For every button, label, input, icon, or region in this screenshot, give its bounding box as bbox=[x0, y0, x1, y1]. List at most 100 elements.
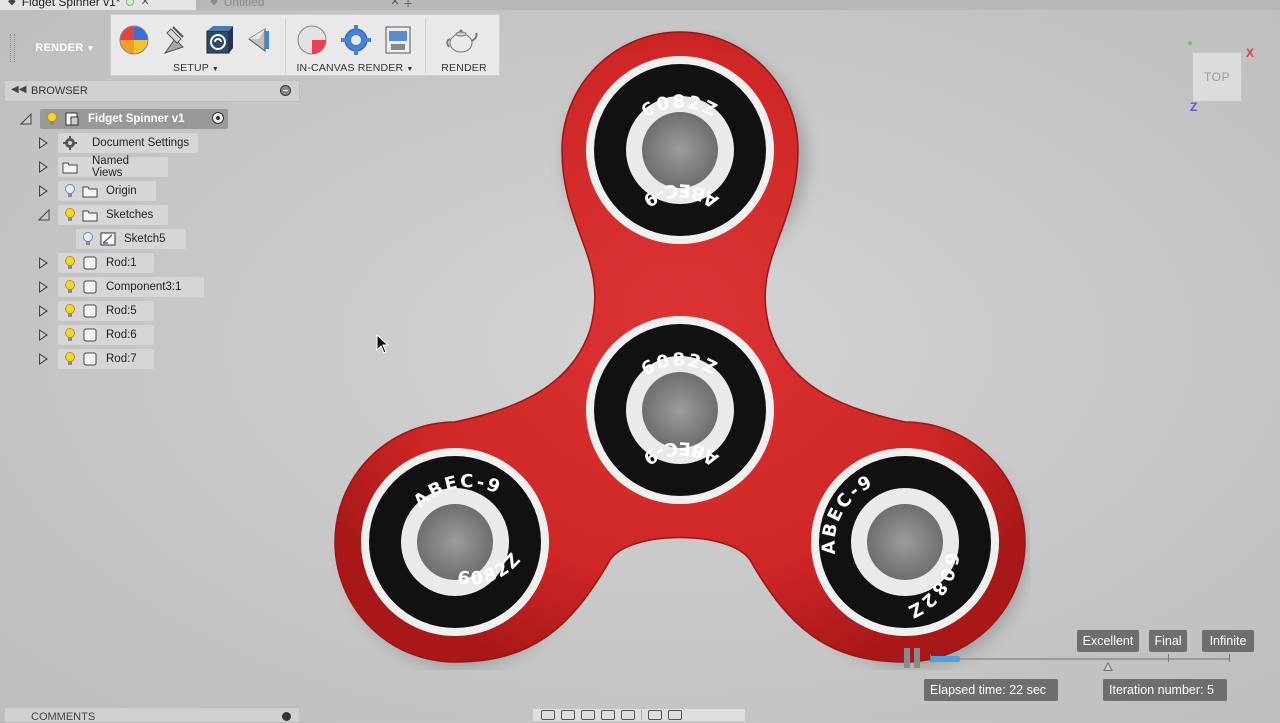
progress-track bbox=[930, 658, 1230, 660]
fit-icon[interactable] bbox=[621, 710, 635, 720]
sketch-icon bbox=[100, 232, 116, 246]
activate-radio-icon[interactable] bbox=[212, 112, 224, 124]
pause-icon[interactable] bbox=[904, 648, 922, 668]
expand-arrow-icon[interactable] bbox=[39, 329, 48, 341]
ribbon-divider bbox=[285, 19, 286, 73]
z-axis-label: Z bbox=[1190, 100, 1198, 114]
bearing-left: ABEC-9 6082Z bbox=[361, 448, 549, 636]
tab-untitled[interactable]: ◆ Untitled ✕ bbox=[200, 0, 400, 10]
close-icon[interactable]: ✕ bbox=[140, 0, 149, 10]
tree-root-item[interactable]: Fidget Spinner v1 bbox=[40, 109, 228, 129]
comments-panel-header[interactable]: COMMENTS bbox=[4, 707, 300, 723]
tree-item-pill[interactable]: Sketches bbox=[58, 205, 168, 225]
visibility-bulb-icon[interactable] bbox=[64, 256, 76, 270]
visibility-bulb-icon[interactable] bbox=[64, 208, 76, 222]
tree-item-pill[interactable]: Rod:1 bbox=[58, 253, 154, 273]
grid-settings-icon[interactable] bbox=[668, 710, 682, 720]
tree-item-pill[interactable]: Named Views bbox=[58, 155, 168, 179]
document-icon bbox=[65, 112, 79, 126]
visibility-bulb-icon[interactable] bbox=[64, 352, 76, 366]
fidget-spinner-model[interactable]: 6082Z ABEC-9 6082Z ABEC-9 ABEC-9 6082Z A… bbox=[330, 30, 1030, 670]
visibility-bulb-icon[interactable] bbox=[64, 304, 76, 318]
tree-item-sketches[interactable]: Sketches bbox=[0, 204, 300, 226]
new-tab-button[interactable]: + bbox=[404, 0, 412, 10]
tree-item-pill[interactable]: Rod:6 bbox=[58, 325, 154, 345]
progress-tick bbox=[930, 654, 931, 662]
browser-panel-header: ◀◀ BROWSER bbox=[4, 80, 300, 102]
tree-item-rod-6[interactable]: Rod:6 bbox=[0, 324, 300, 346]
tree-item-pill[interactable]: Component3:1 bbox=[58, 277, 204, 297]
tree-item-label: Rod:1 bbox=[106, 257, 137, 269]
viewcube[interactable]: ● X TOP Z bbox=[1186, 38, 1258, 118]
workspace-label: RENDER bbox=[35, 42, 84, 54]
expand-arrow-icon[interactable] bbox=[39, 305, 48, 317]
orbit-icon[interactable] bbox=[541, 710, 555, 720]
tree-item-named-views[interactable]: Named Views bbox=[0, 155, 300, 179]
display-settings-icon[interactable] bbox=[648, 710, 662, 720]
in-canvas-render-icon[interactable] bbox=[295, 23, 329, 57]
toolbar-divider bbox=[641, 710, 642, 720]
tree-item-pill[interactable]: Rod:7 bbox=[58, 349, 154, 369]
tree-item-pill[interactable]: Origin bbox=[58, 181, 156, 201]
bearing-top: 6082Z ABEC-9 bbox=[586, 56, 774, 244]
folder-icon bbox=[62, 162, 78, 174]
visibility-bulb-icon[interactable] bbox=[46, 112, 58, 126]
collapse-arrow-icon[interactable] bbox=[38, 209, 50, 221]
progress-fill bbox=[930, 656, 960, 662]
collapse-panel-icon[interactable]: ◀◀ bbox=[11, 84, 26, 95]
workspace-switcher[interactable]: RENDER ▼ bbox=[24, 36, 106, 60]
component-icon bbox=[83, 304, 97, 318]
scene-settings-icon[interactable] bbox=[117, 23, 151, 57]
expand-arrow-icon[interactable] bbox=[39, 185, 48, 197]
visibility-bulb-icon[interactable] bbox=[64, 328, 76, 342]
setup-group: SETUP ▼ bbox=[111, 15, 281, 77]
tree-item-pill[interactable]: Rod:5 bbox=[58, 301, 154, 321]
folder-icon bbox=[82, 186, 98, 198]
texture-map-icon[interactable] bbox=[241, 23, 275, 57]
tab-fidget-spinner[interactable]: ◆ Fidget Spinner v1* ✕ bbox=[0, 0, 196, 10]
visibility-bulb-icon[interactable] bbox=[64, 280, 76, 294]
expand-arrow-icon[interactable] bbox=[39, 137, 48, 149]
tree-item-label: Rod:7 bbox=[106, 353, 137, 365]
collapse-arrow-icon[interactable] bbox=[20, 113, 32, 125]
toolbar-grip[interactable] bbox=[10, 34, 15, 62]
elapsed-time: Elapsed time: 22 sec bbox=[924, 679, 1058, 701]
viewcube-face-label: TOP bbox=[1204, 70, 1230, 84]
browser-title: BROWSER bbox=[31, 85, 88, 97]
tree-item-rod-7[interactable]: Rod:7 bbox=[0, 348, 300, 370]
expand-arrow-icon[interactable] bbox=[39, 161, 48, 173]
close-icon[interactable]: ✕ bbox=[390, 0, 399, 10]
pan-icon[interactable] bbox=[581, 710, 595, 720]
comments-title: COMMENTS bbox=[31, 711, 96, 723]
tree-item-label: Origin bbox=[106, 185, 137, 197]
visibility-bulb-off-icon[interactable] bbox=[64, 184, 76, 198]
visibility-bulb-off-icon[interactable] bbox=[82, 232, 94, 246]
tree-item-pill[interactable]: Sketch5 bbox=[76, 229, 186, 249]
viewcube-top-face[interactable]: TOP bbox=[1192, 52, 1242, 102]
tree-item-document-settings[interactable]: Document Settings bbox=[0, 132, 300, 154]
tree-item-label: Named Views bbox=[92, 155, 130, 179]
tree-item-origin[interactable]: Origin bbox=[0, 180, 300, 202]
setup-menu[interactable]: SETUP ▼ bbox=[111, 62, 281, 74]
expand-arrow-icon[interactable] bbox=[39, 353, 48, 365]
tree-item-sketch5[interactable]: Sketch5 bbox=[0, 228, 300, 250]
tree-item-rod-1[interactable]: Rod:1 bbox=[0, 252, 300, 274]
tree-root: Fidget Spinner v1 bbox=[0, 108, 300, 130]
look-at-icon[interactable] bbox=[561, 710, 575, 720]
expand-arrow-icon[interactable] bbox=[39, 257, 48, 269]
decal-icon[interactable] bbox=[201, 23, 235, 57]
pin-icon[interactable] bbox=[280, 85, 291, 96]
caret-down-icon: ▼ bbox=[86, 43, 95, 53]
document-icon: ◆ bbox=[8, 0, 16, 7]
tree-item-rod-5[interactable]: Rod:5 bbox=[0, 300, 300, 322]
expand-arrow-icon[interactable] bbox=[39, 281, 48, 293]
tree-item-pill[interactable]: Document Settings bbox=[58, 133, 198, 153]
tab-label: Untitled bbox=[223, 0, 265, 9]
component-icon bbox=[83, 352, 97, 366]
tree-item-component3-1[interactable]: Component3:1 bbox=[0, 276, 300, 298]
quality-marker-icon[interactable] bbox=[1103, 662, 1113, 671]
tree-root-label: Fidget Spinner v1 bbox=[88, 113, 185, 125]
document-icon: ◆ bbox=[210, 0, 218, 7]
appearance-icon[interactable] bbox=[159, 23, 193, 57]
zoom-icon[interactable] bbox=[601, 710, 615, 720]
